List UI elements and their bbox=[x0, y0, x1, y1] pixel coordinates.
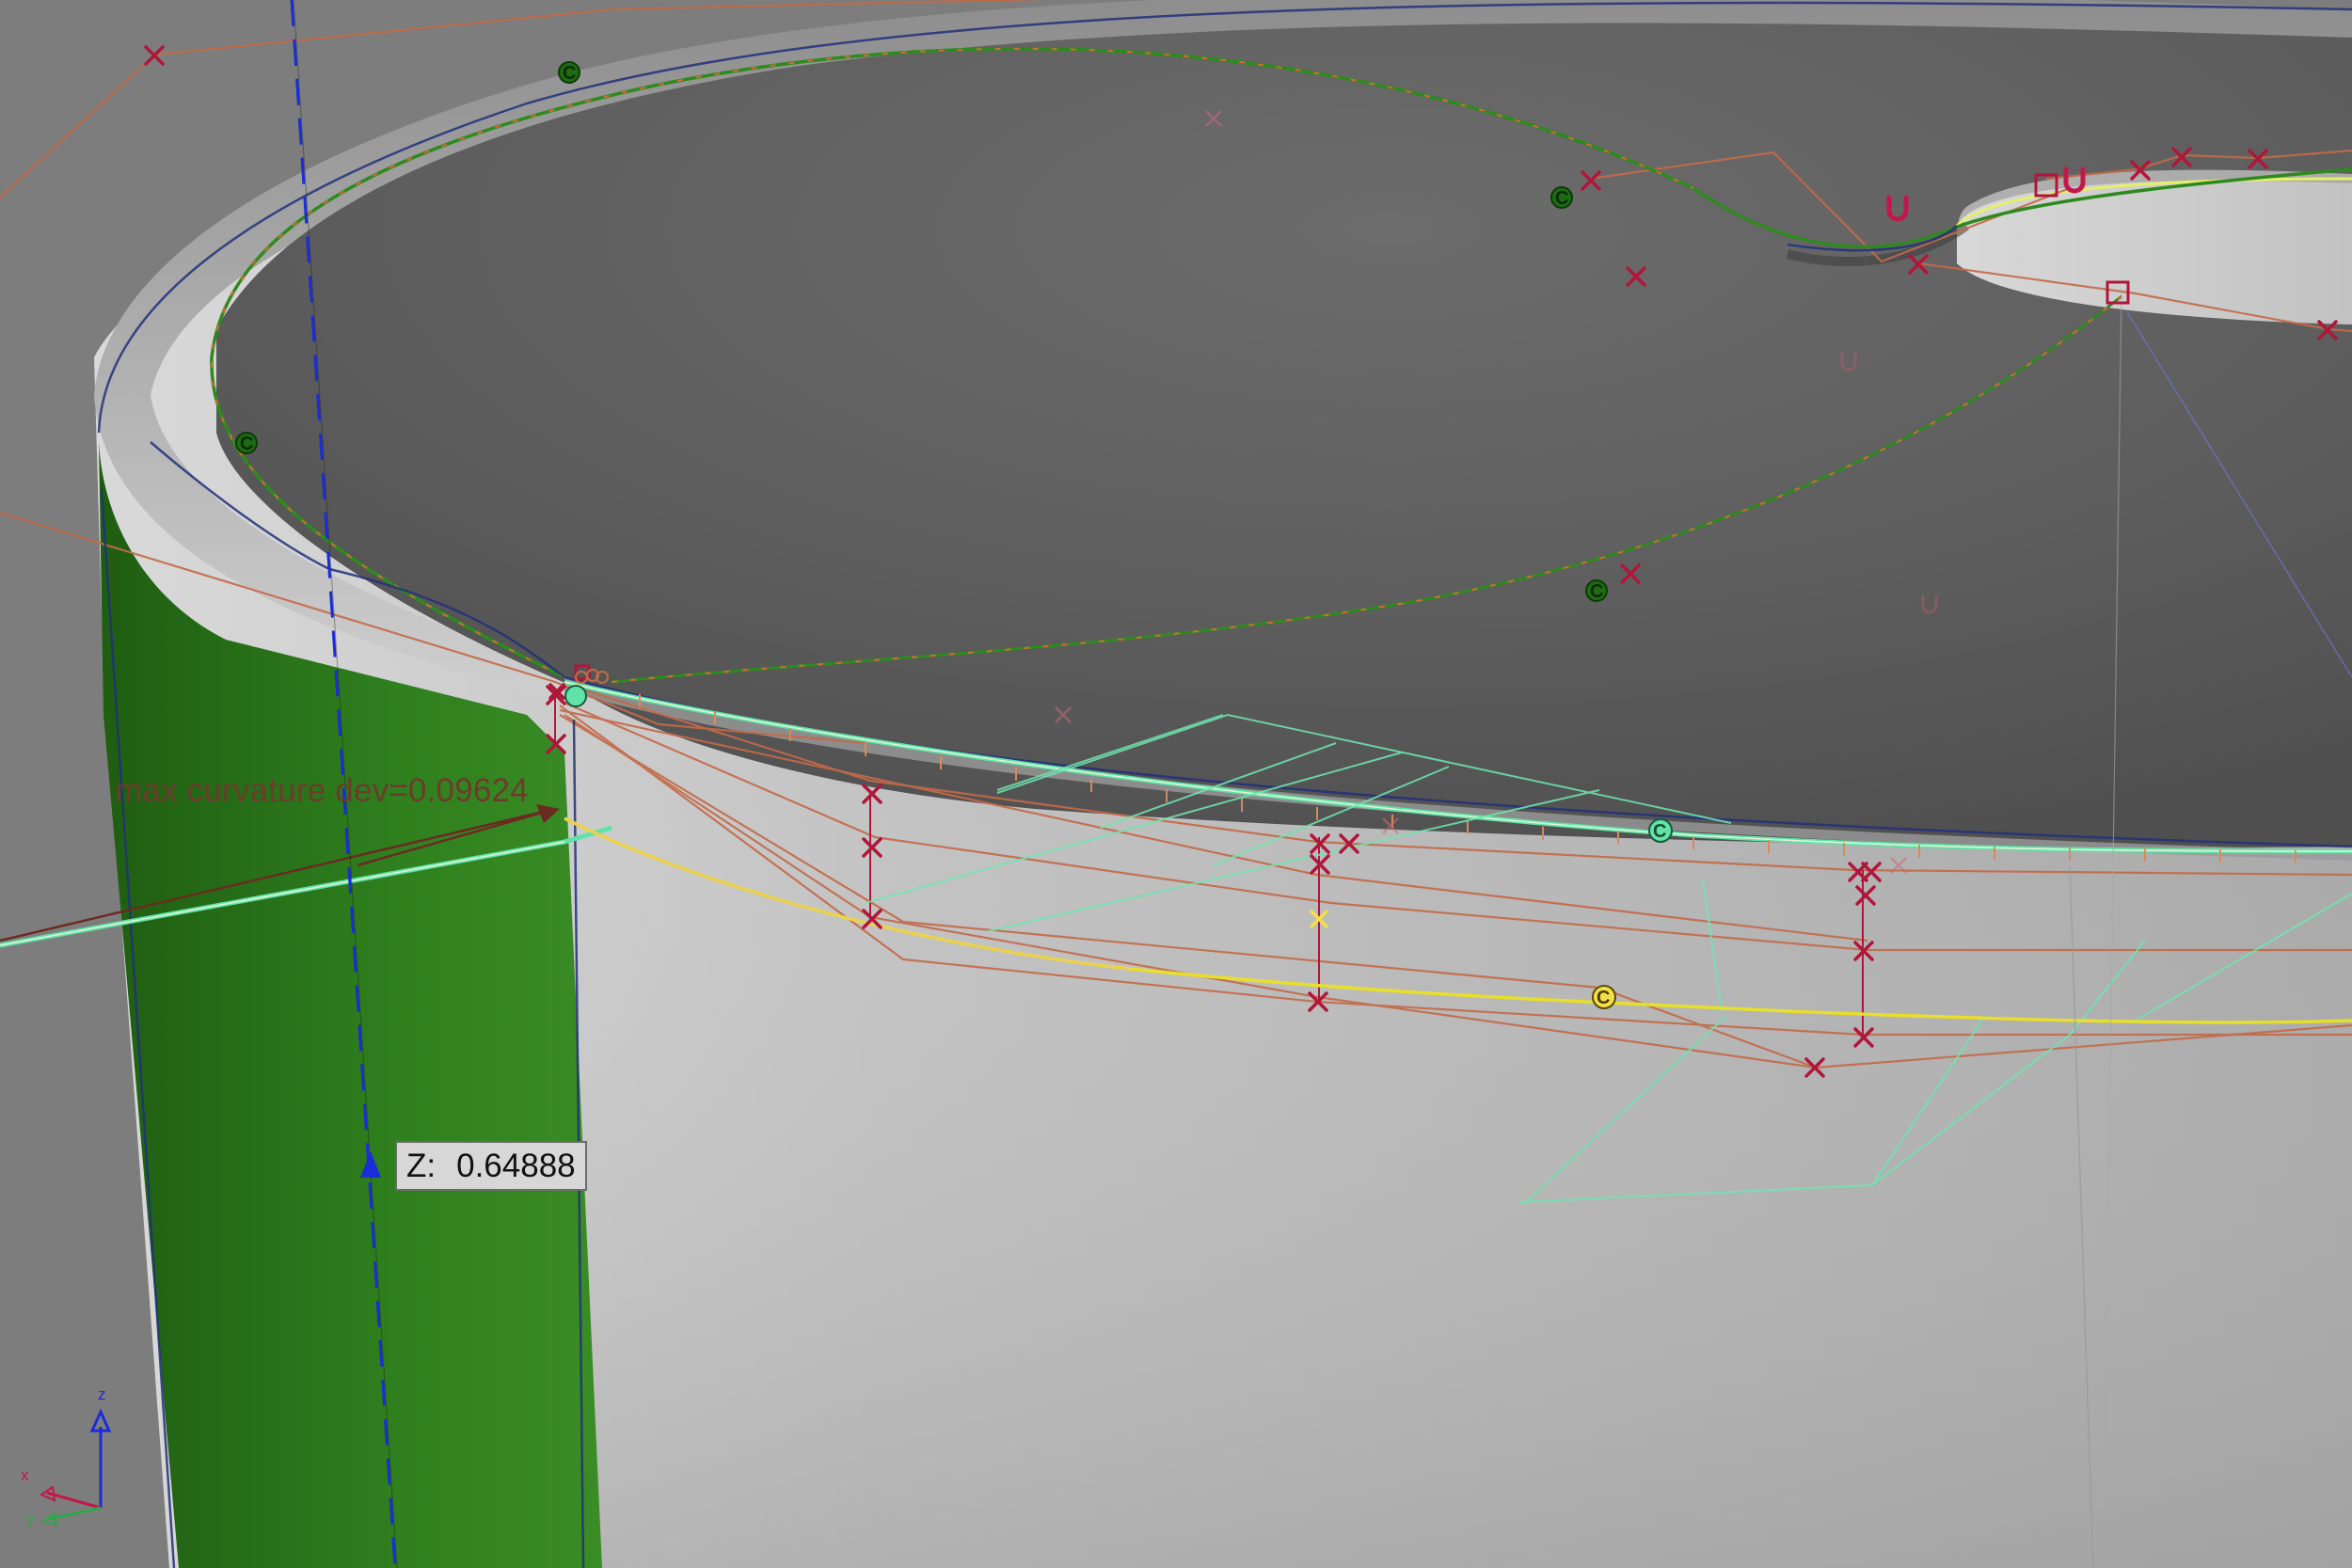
triad-z-label: z bbox=[98, 1386, 106, 1403]
curvature-annotation: max curvature dev=0.09624 bbox=[115, 772, 529, 809]
z-axis-arrow-icon bbox=[360, 1151, 381, 1178]
svg-text:C: C bbox=[1653, 821, 1666, 842]
svg-text:C: C bbox=[1597, 988, 1610, 1008]
triad-y-label: y bbox=[26, 1510, 35, 1528]
svg-text:C: C bbox=[1590, 581, 1603, 602]
triad-x-label: x bbox=[21, 1466, 29, 1484]
coordinate-axis-label: Z: bbox=[406, 1147, 437, 1184]
svg-text:C: C bbox=[1555, 188, 1568, 209]
coordinate-triad-icon: z x y bbox=[13, 1378, 126, 1543]
coordinate-readout: Z: 0.64888 bbox=[395, 1141, 587, 1191]
svg-text:C: C bbox=[240, 434, 253, 454]
3d-viewport[interactable]: C C C C C C max curvature dev=0.09624 Z:… bbox=[0, 0, 2352, 1568]
coordinate-value: 0.64888 bbox=[456, 1147, 576, 1184]
svg-text:C: C bbox=[563, 63, 576, 84]
